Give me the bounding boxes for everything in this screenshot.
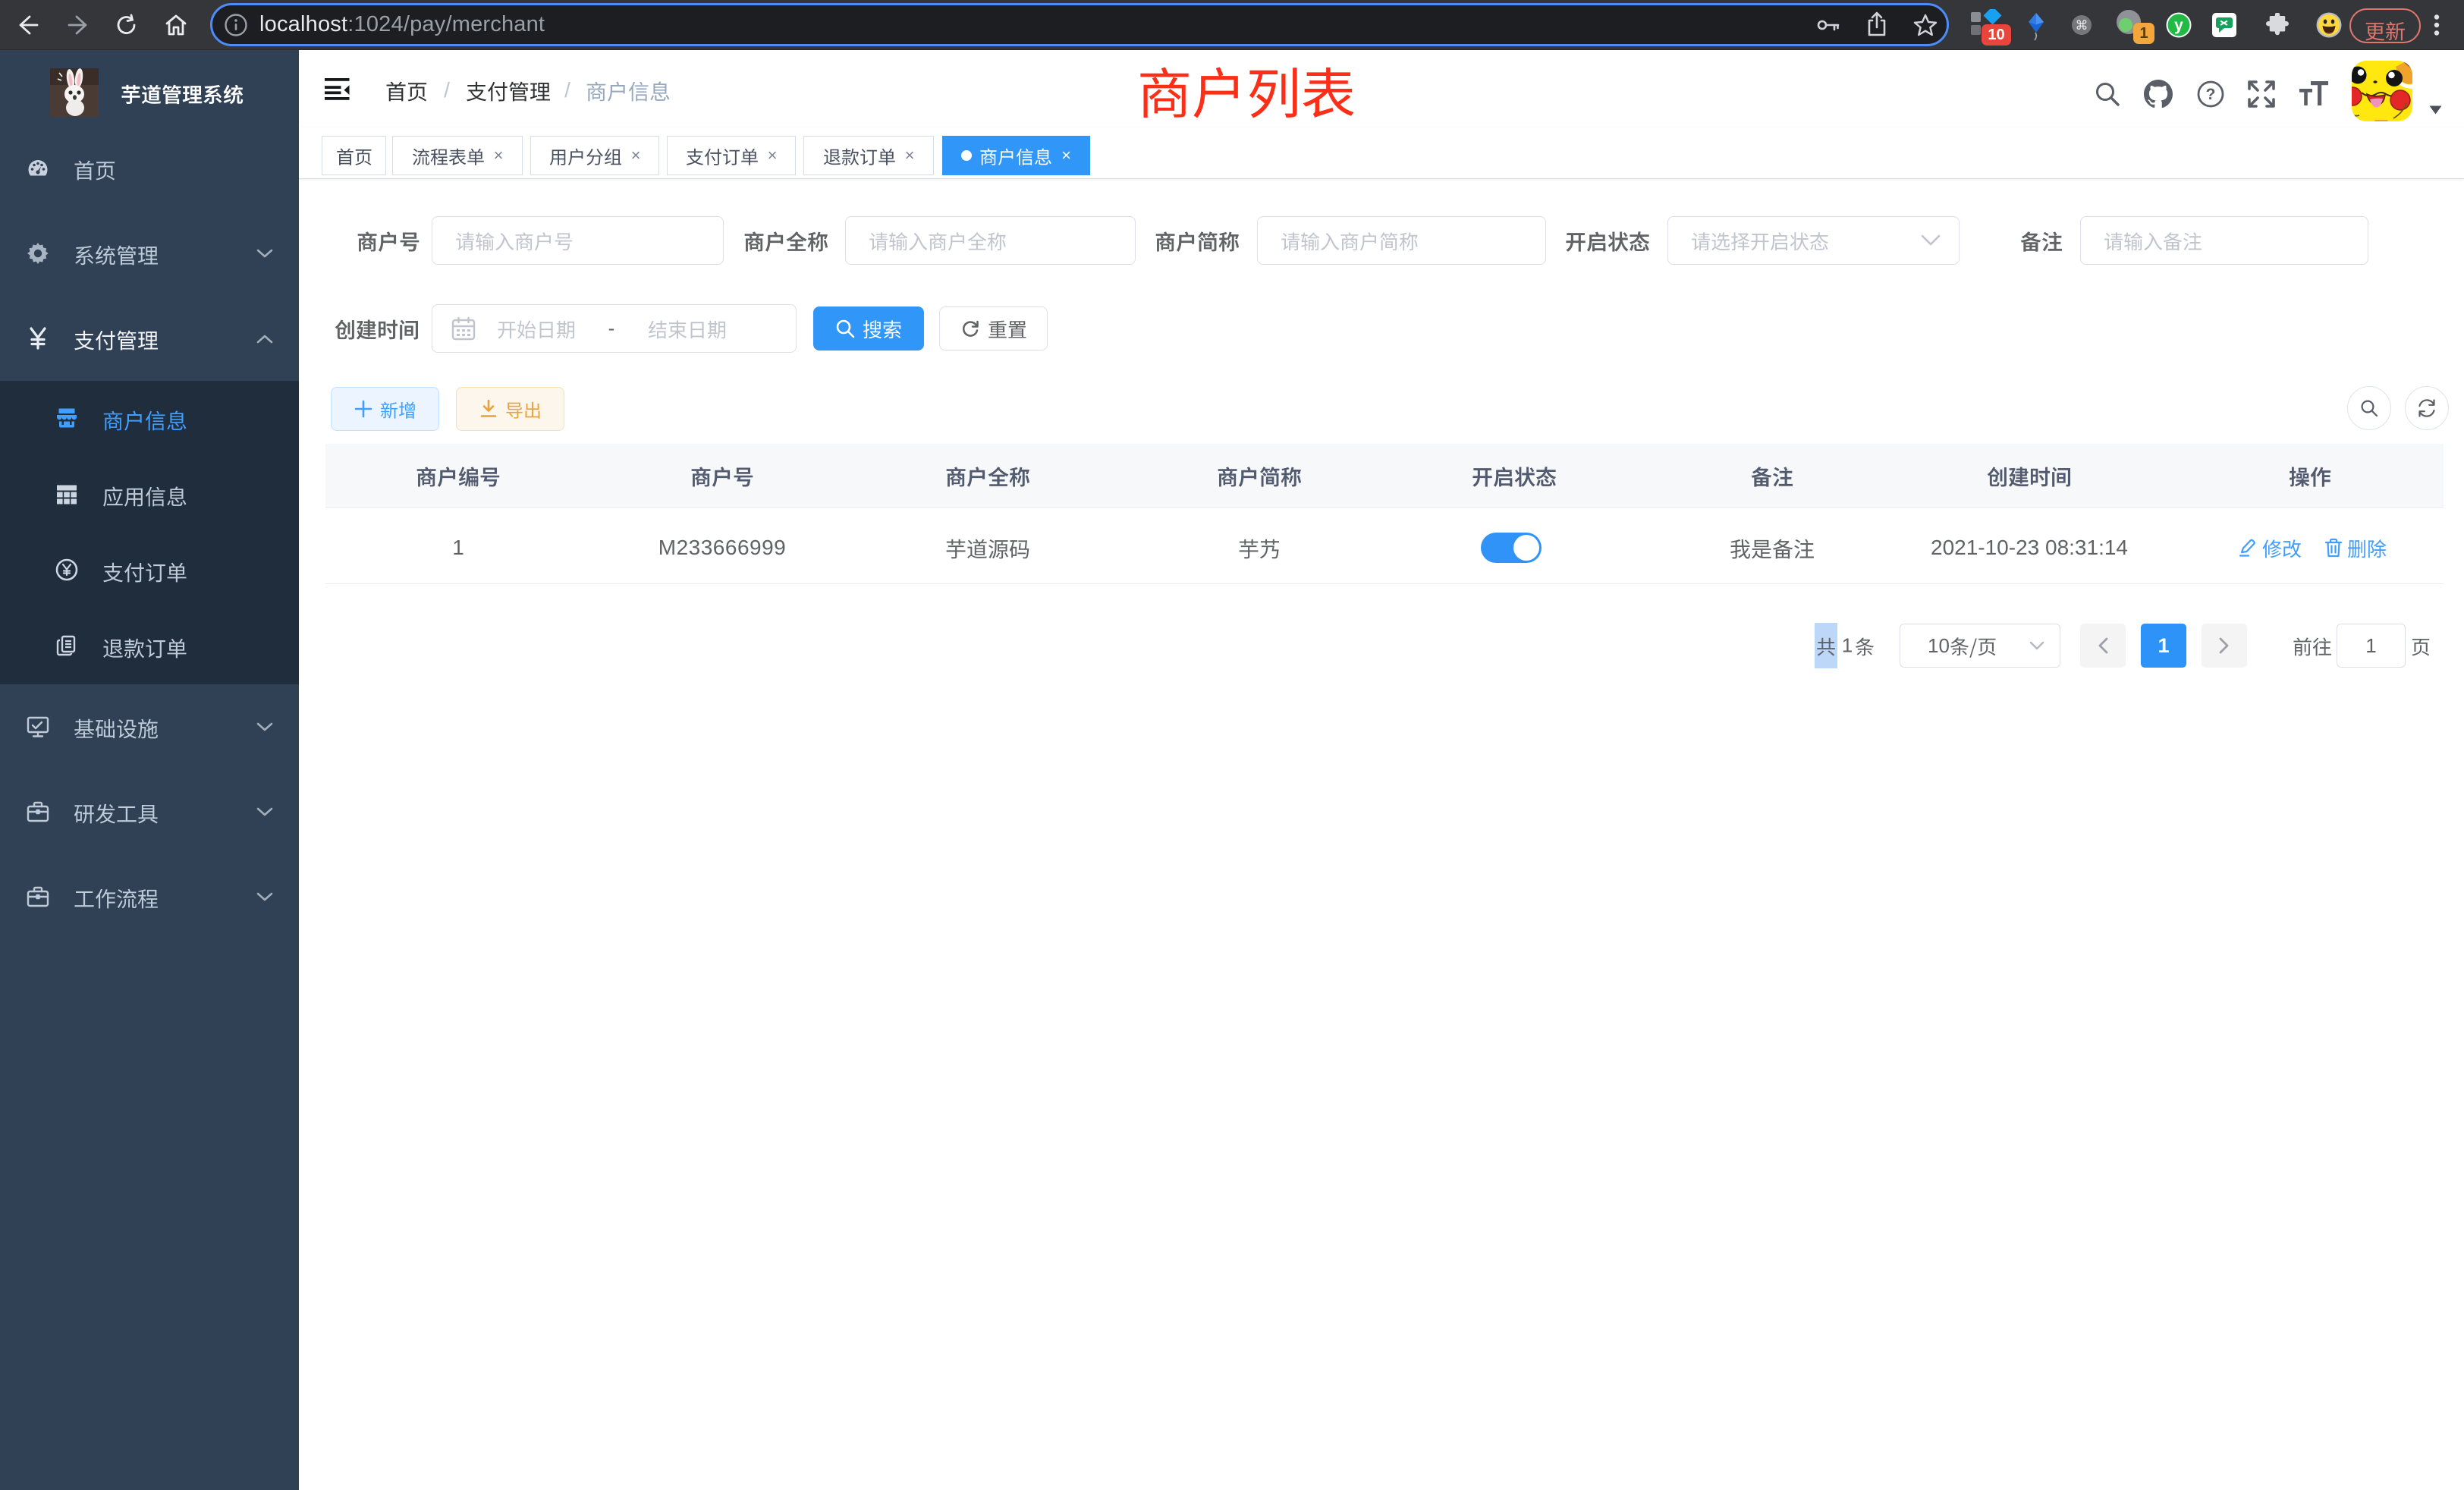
- svg-text:?: ?: [2206, 86, 2216, 103]
- svg-text:⌘: ⌘: [2076, 18, 2088, 33]
- svg-text:y: y: [2174, 17, 2183, 34]
